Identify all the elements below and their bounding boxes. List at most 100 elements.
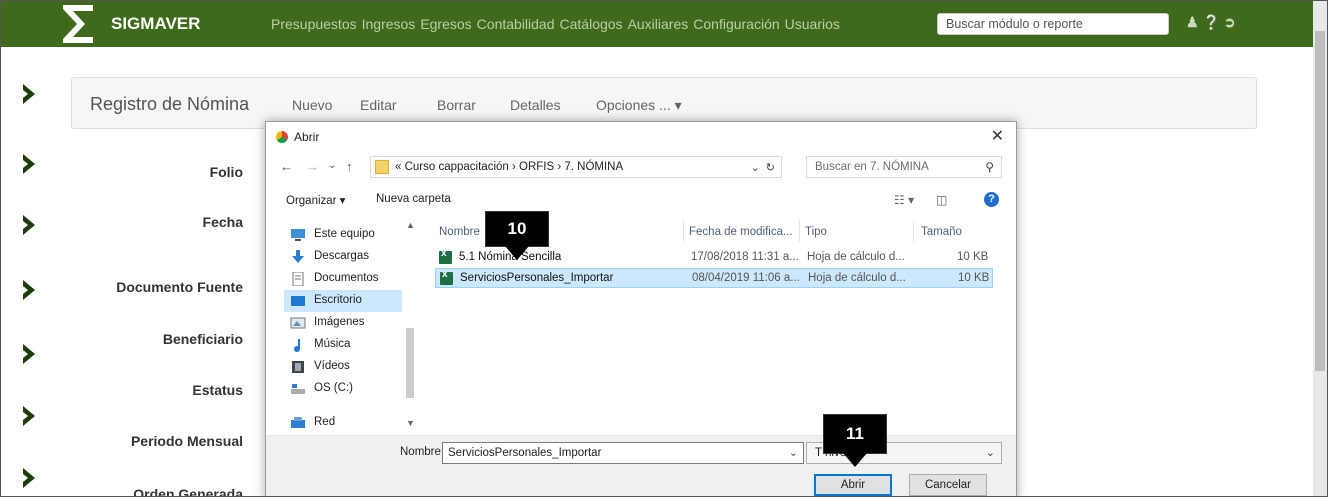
file-type: Hoja de cálculo d... <box>807 251 905 263</box>
brand-name[interactable]: SIGMAVER <box>111 14 200 34</box>
chevron-right-icon[interactable] <box>21 153 37 175</box>
open-button[interactable]: Abrir <box>814 474 892 496</box>
scroll-down-icon[interactable]: ▼ <box>406 418 415 428</box>
up-arrow-icon[interactable]: ↑ <box>346 159 353 174</box>
nav-label: Red <box>314 416 336 428</box>
chevron-right-icon[interactable] <box>21 279 37 301</box>
cancel-button[interactable]: Cancelar <box>909 474 987 496</box>
back-arrow-icon[interactable]: ← <box>280 159 293 174</box>
chevron-right-icon[interactable] <box>21 214 37 236</box>
excel-file-icon <box>440 269 453 285</box>
filename-input[interactable]: ServiciosPersonales_Importar ⌄ <box>442 442 804 464</box>
menu-configuracion[interactable]: Configuración <box>693 16 779 32</box>
delete-button[interactable]: Borrar <box>437 97 476 113</box>
file-date: 08/04/2019 11:06 a... <box>692 272 800 284</box>
menu-presupuestos[interactable]: Presupuestos <box>271 16 357 32</box>
download-icon <box>292 250 304 263</box>
periodo-mensual-label: Periodo Mensual <box>130 433 243 449</box>
nav-label: Escritorio <box>314 294 362 306</box>
new-folder-button[interactable]: Nueva carpeta <box>376 193 451 205</box>
address-row: ← → ⌄ ↑ « Curso cappacitación › ORFIS › … <box>266 152 1016 182</box>
column-header-fecha[interactable]: Fecha de modifica... <box>689 226 793 238</box>
nav-item-descargas[interactable]: Descargas <box>284 246 402 268</box>
step-badge-10: 10 <box>485 211 549 260</box>
nav-label: Vídeos <box>314 360 350 372</box>
menu-catalogos[interactable]: Catálogos <box>560 16 623 32</box>
organize-button[interactable]: Organizar ▾ <box>286 193 345 207</box>
help-icon[interactable]: ❔ <box>1202 14 1219 30</box>
chevron-right-icon[interactable] <box>21 343 37 365</box>
estatus-label: Estatus <box>192 382 243 398</box>
menu-egresos[interactable]: Egresos <box>420 16 471 32</box>
file-row-selected[interactable]: ServiciosPersonales_Importar 08/04/2019 … <box>435 268 993 288</box>
help-icon[interactable]: ? <box>984 192 999 207</box>
preview-pane-icon[interactable]: ◫ <box>936 193 947 207</box>
music-icon <box>294 339 300 352</box>
folder-search-placeholder: Buscar en 7. NÓMINA <box>815 161 929 173</box>
column-header-tipo[interactable]: Tipo <box>805 226 827 238</box>
refresh-icon[interactable]: ⌄ ↻ <box>750 161 775 174</box>
edit-button[interactable]: Editar <box>360 97 397 113</box>
nav-item-imagenes[interactable]: Imágenes <box>284 312 402 334</box>
search-icon[interactable]: ⚲ <box>985 160 994 174</box>
videos-icon <box>292 361 304 373</box>
page-scrollbar[interactable] <box>1313 1 1327 496</box>
forward-arrow-icon[interactable]: → <box>306 159 319 174</box>
nav-pane-scrollbar[interactable]: ▲ ▼ <box>403 218 417 433</box>
address-bar[interactable]: « Curso cappacitación › ORFIS › 7. NÓMIN… <box>370 156 782 178</box>
logout-icon[interactable]: ➲ <box>1224 14 1236 30</box>
documents-icon <box>292 272 304 286</box>
folio-label: Folio <box>209 164 243 180</box>
nav-item-musica[interactable]: Música <box>284 334 402 356</box>
nav-label: Imágenes <box>314 316 365 328</box>
nav-label: Documentos <box>314 272 379 284</box>
nav-item-red[interactable]: Red <box>284 412 402 433</box>
page-scrollbar-thumb[interactable] <box>1315 31 1325 371</box>
chevron-right-icon[interactable] <box>21 467 37 489</box>
scroll-up-icon[interactable]: ▲ <box>406 220 415 230</box>
details-button[interactable]: Detalles <box>510 97 561 113</box>
menu-auxiliares[interactable]: Auxiliares <box>628 16 689 32</box>
options-dropdown[interactable]: Opciones ... ▾ <box>596 97 682 114</box>
column-separator <box>913 220 914 242</box>
excel-file-icon <box>439 248 452 264</box>
chevron-down-icon[interactable]: ⌄ <box>789 446 798 459</box>
nav-item-documentos[interactable]: Documentos <box>284 268 402 290</box>
fecha-label: Fecha <box>202 214 243 230</box>
dialog-title-text: Abrir <box>294 130 320 144</box>
nav-item-os-c[interactable]: OS (C:) <box>284 378 402 400</box>
file-size: 10 KB <box>957 251 989 263</box>
nav-scroll-thumb[interactable] <box>406 328 414 398</box>
step-badge-11: 11 <box>823 414 887 467</box>
user-icon[interactable]: ♟ <box>1186 14 1199 30</box>
chevron-right-icon[interactable] <box>21 405 37 427</box>
new-button[interactable]: Nuevo <box>292 97 332 113</box>
nav-item-este-equipo[interactable]: Este equipo <box>284 224 402 246</box>
folder-search-input[interactable]: Buscar en 7. NÓMINA ⚲ <box>806 156 1002 178</box>
dialog-title: Abrir <box>276 130 319 144</box>
view-options-icon[interactable]: ☷ ▾ <box>894 193 914 207</box>
chevron-right-icon[interactable] <box>21 83 37 105</box>
command-bar: Organizar ▾ Nueva carpeta ☷ ▾ ◫ ? <box>266 188 1016 212</box>
menu-contabilidad[interactable]: Contabilidad <box>477 16 555 32</box>
close-icon[interactable]: ✕ <box>991 126 1004 146</box>
open-file-dialog: Abrir ✕ ← → ⌄ ↑ « Curso cappacitación › … <box>265 121 1017 496</box>
computer-icon <box>291 229 305 241</box>
address-path[interactable]: « Curso cappacitación › ORFIS › 7. NÓMIN… <box>395 161 623 173</box>
recent-chevron-down-icon[interactable]: ⌄ <box>328 160 336 171</box>
column-header-nombre[interactable]: Nombre <box>439 226 480 238</box>
column-header-tamano[interactable]: Tamaño <box>921 226 962 238</box>
nav-item-videos[interactable]: Vídeos <box>284 356 402 378</box>
file-date: 17/08/2018 11:31 a... <box>691 251 799 263</box>
menu-ingresos[interactable]: Ingresos <box>362 16 416 32</box>
file-name: ServiciosPersonales_Importar <box>460 272 614 284</box>
chevron-down-icon[interactable]: ⌄ <box>986 446 995 459</box>
filename-value: ServiciosPersonales_Importar <box>448 447 602 459</box>
beneficiario-label: Beneficiario <box>162 331 243 347</box>
sigmaver-logo-icon[interactable] <box>61 3 95 45</box>
menu-usuarios[interactable]: Usuarios <box>785 16 840 32</box>
module-search-input[interactable]: Buscar módulo o reporte <box>937 13 1169 35</box>
nav-item-escritorio[interactable]: Escritorio <box>284 290 402 312</box>
dialog-footer: Nombre: ServiciosPersonales_Importar ⌄ T… <box>266 435 1016 496</box>
column-separator <box>683 220 684 242</box>
